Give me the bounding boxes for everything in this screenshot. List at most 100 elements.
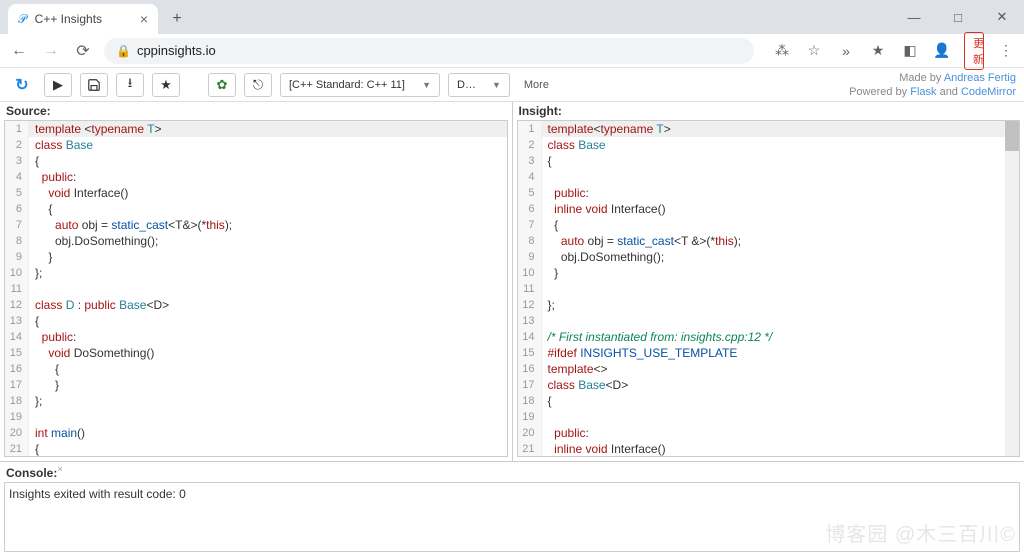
line-content: template<typename T> — [542, 121, 671, 137]
line-content: }; — [542, 297, 555, 313]
code-line[interactable]: 9 } — [5, 249, 507, 265]
line-number: 19 — [518, 409, 542, 425]
code-line[interactable]: 3{ — [518, 153, 1020, 169]
insight-editor[interactable]: 1template<typename T>2class Base3{45 pub… — [517, 120, 1021, 457]
code-line[interactable]: 20 public: — [518, 425, 1020, 441]
code-line[interactable]: 21{ — [5, 441, 507, 457]
code-line[interactable]: 20int main() — [5, 425, 507, 441]
code-line[interactable]: 3{ — [5, 153, 507, 169]
save-button[interactable] — [80, 73, 108, 97]
download-button[interactable]: ⭳ — [116, 73, 144, 97]
code-line[interactable]: 10}; — [5, 265, 507, 281]
line-number: 10 — [5, 265, 29, 281]
bookmark-button[interactable]: ★ — [152, 73, 180, 97]
code-line[interactable]: 11 — [518, 281, 1020, 297]
code-line[interactable]: 8 auto obj = static_cast<T &>(*this); — [518, 233, 1020, 249]
code-line[interactable]: 7 auto obj = static_cast<T&>(*this); — [5, 217, 507, 233]
mode-select[interactable]: D… ▼ — [448, 73, 510, 97]
console-output[interactable]: Insights exited with result code: 0 — [4, 482, 1020, 552]
new-tab-button[interactable]: + — [164, 6, 190, 32]
run-button[interactable]: ▶ — [44, 73, 72, 97]
code-line[interactable]: 19 — [518, 409, 1020, 425]
code-line[interactable]: 6 { — [5, 201, 507, 217]
window-minimize[interactable]: — — [892, 0, 936, 34]
share-icon[interactable]: ☆ — [804, 42, 824, 59]
codemirror-link[interactable]: CodeMirror — [961, 86, 1016, 98]
tab-favicon: 𝒫 — [18, 12, 27, 27]
scrollbar-track[interactable] — [1005, 121, 1019, 456]
line-content — [542, 281, 548, 297]
line-content: { — [29, 441, 39, 457]
code-line[interactable]: 15 void DoSomething() — [5, 345, 507, 361]
code-line[interactable]: 17 } — [5, 377, 507, 393]
code-line[interactable]: 15#ifdef INSIGHTS_USE_TEMPLATE — [518, 345, 1020, 361]
nav-back-icon[interactable]: ← — [8, 42, 30, 60]
standard-select[interactable]: [C++ Standard: C++ 11] ▼ — [280, 73, 440, 97]
address-bar: ← → ⟳ 🔒 cppinsights.io ⁂ ☆ » ★ ◧ 👤 更新 ⋮ — [0, 34, 1024, 68]
line-number: 17 — [518, 377, 542, 393]
window-close[interactable]: ✕ — [980, 0, 1024, 34]
code-line[interactable]: 16 { — [5, 361, 507, 377]
insight-panel: Insight: 1template<typename T>2class Bas… — [513, 102, 1024, 461]
url-box[interactable]: 🔒 cppinsights.io — [104, 38, 754, 64]
code-line[interactable]: 18}; — [5, 393, 507, 409]
line-content — [542, 169, 548, 185]
line-content: inline void Interface() — [542, 201, 666, 217]
code-line[interactable]: 19 — [5, 409, 507, 425]
code-line[interactable]: 1template<typename T> — [518, 121, 1020, 137]
code-line[interactable]: 12class D : public Base<D> — [5, 297, 507, 313]
code-line[interactable]: 13 — [518, 313, 1020, 329]
browser-titlebar: 𝒫 C++ Insights × + — □ ✕ — [0, 0, 1024, 34]
source-label: Source: — [0, 102, 512, 120]
window-maximize[interactable]: □ — [936, 0, 980, 34]
profile-icon[interactable]: 👤 — [932, 42, 952, 59]
code-line[interactable]: 1template <typename T> — [5, 121, 507, 137]
tab-title: C++ Insights — [35, 12, 102, 26]
code-line[interactable]: 7 { — [518, 217, 1020, 233]
code-line[interactable]: 2class Base — [5, 137, 507, 153]
code-line[interactable]: 16template<> — [518, 361, 1020, 377]
code-line[interactable]: 5 public: — [518, 185, 1020, 201]
code-line[interactable]: 2class Base — [518, 137, 1020, 153]
panel-icon[interactable]: ◧ — [900, 42, 920, 59]
translate-icon[interactable]: ⁂ — [772, 42, 792, 59]
line-content — [542, 409, 548, 425]
more-link[interactable]: More — [518, 79, 555, 91]
code-line[interactable]: 6 inline void Interface() — [518, 201, 1020, 217]
code-line[interactable]: 10 } — [518, 265, 1020, 281]
author-link[interactable]: Andreas Fertig — [944, 72, 1016, 84]
update-button[interactable]: 更新 — [964, 32, 984, 70]
code-line[interactable]: 14 public: — [5, 329, 507, 345]
code-line[interactable]: 11 — [5, 281, 507, 297]
code-line[interactable]: 21 inline void Interface() — [518, 441, 1020, 457]
scrollbar-thumb[interactable] — [1005, 121, 1019, 151]
code-line[interactable]: 9 obj.DoSomething(); — [518, 249, 1020, 265]
extensions-icon[interactable]: ★ — [868, 42, 888, 59]
code-line[interactable]: 18{ — [518, 393, 1020, 409]
tab-close-icon[interactable]: × — [140, 11, 148, 27]
line-number: 7 — [5, 217, 29, 233]
line-content: } — [29, 377, 59, 393]
wand-button[interactable]: ⎋ — [244, 73, 272, 97]
app-logo[interactable]: ↻ — [8, 73, 36, 97]
line-content: }; — [29, 393, 42, 409]
browser-tab[interactable]: 𝒫 C++ Insights × — [8, 4, 158, 34]
code-line[interactable]: 4 — [518, 169, 1020, 185]
flask-link[interactable]: Flask — [910, 86, 936, 98]
line-content: public: — [542, 185, 589, 201]
menu-icon[interactable]: ⋮ — [996, 42, 1016, 59]
line-number: 1 — [5, 121, 29, 137]
code-line[interactable]: 14/* First instantiated from: insights.c… — [518, 329, 1020, 345]
code-line[interactable]: 4 public: — [5, 169, 507, 185]
source-editor[interactable]: 1template <typename T>2class Base3{4 pub… — [4, 120, 508, 457]
code-line[interactable]: 17class Base<D> — [518, 377, 1020, 393]
code-line[interactable]: 12}; — [518, 297, 1020, 313]
code-line[interactable]: 8 obj.DoSomething(); — [5, 233, 507, 249]
more-ext-icon[interactable]: » — [836, 43, 856, 59]
line-content — [542, 313, 548, 329]
code-line[interactable]: 13{ — [5, 313, 507, 329]
code-line[interactable]: 5 void Interface() — [5, 185, 507, 201]
line-content: public: — [29, 169, 76, 185]
nav-reload-icon[interactable]: ⟳ — [72, 41, 94, 61]
settings-button[interactable]: ✿ — [208, 73, 236, 97]
